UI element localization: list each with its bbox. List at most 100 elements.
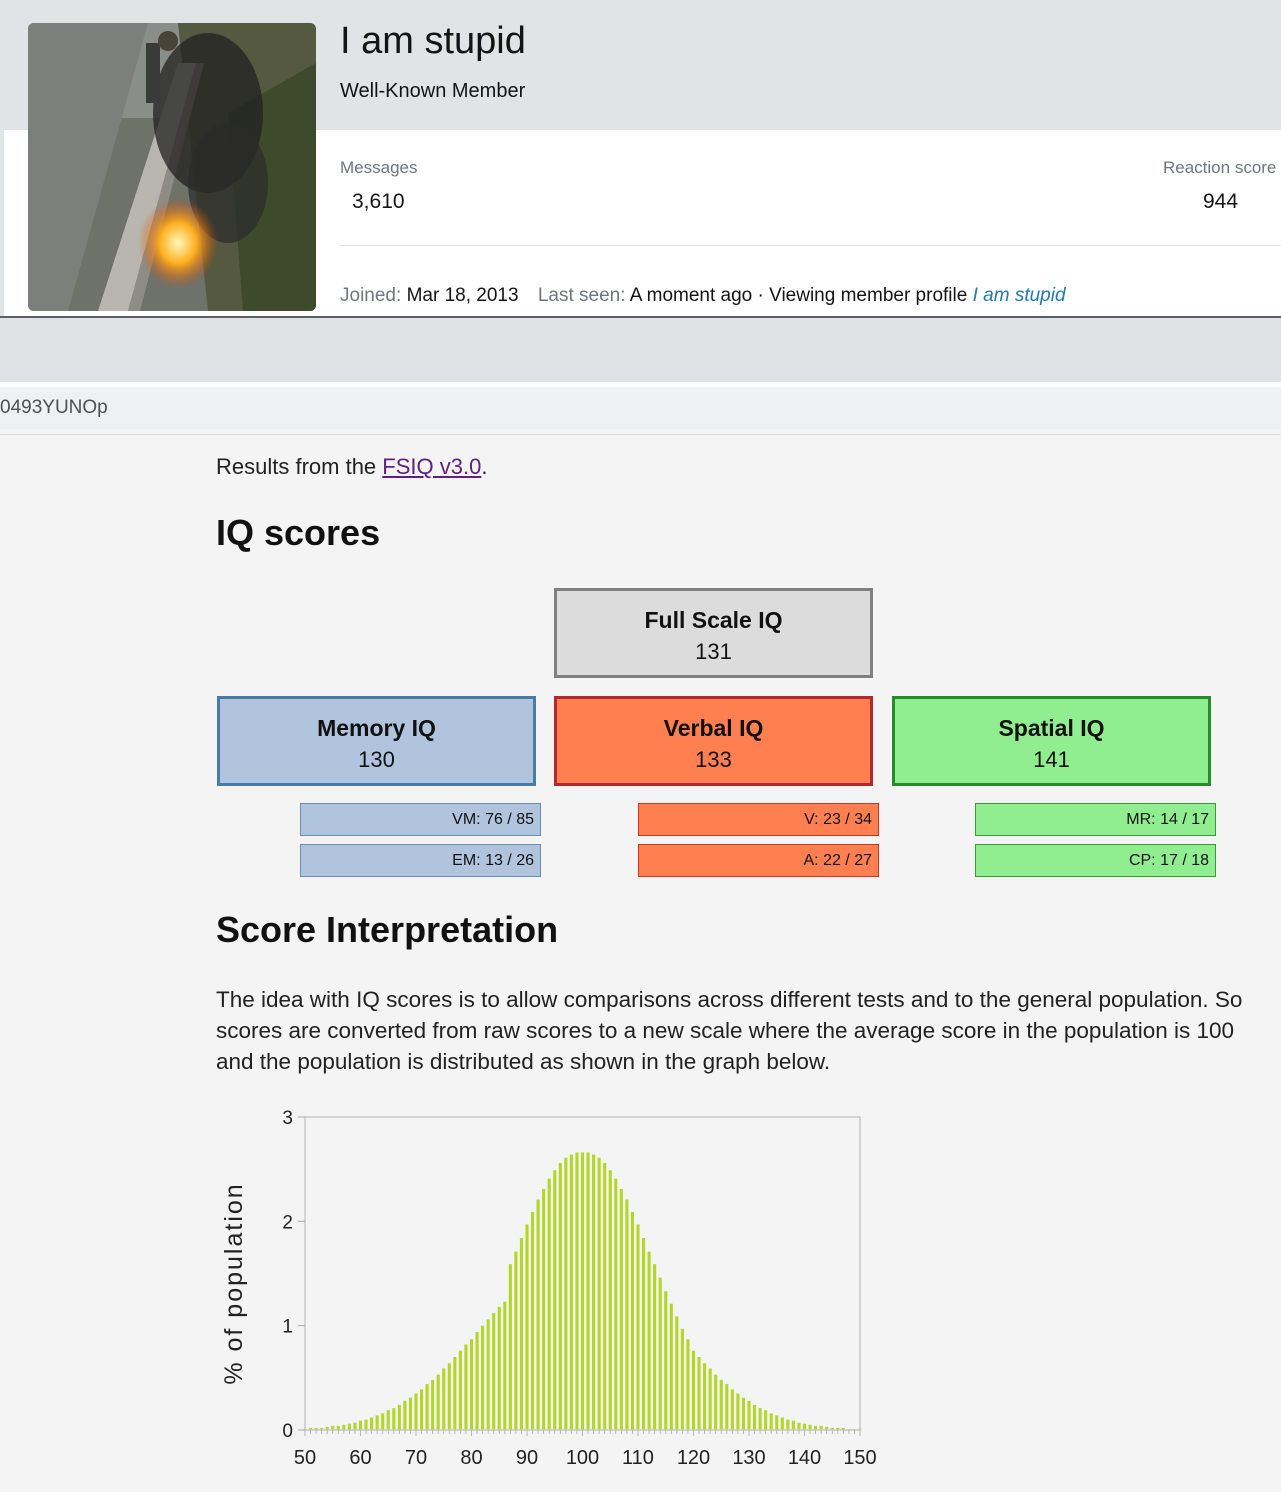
score-interpretation-heading: Score Interpretation xyxy=(216,909,559,950)
chart-bar xyxy=(353,1422,357,1430)
chart-bar xyxy=(447,1363,451,1430)
results-suffix: . xyxy=(481,454,488,479)
chart-bar xyxy=(464,1344,468,1430)
chart-bar xyxy=(453,1356,457,1430)
chart-bar xyxy=(614,1178,618,1430)
stats-divider xyxy=(340,245,1281,246)
y-tick-label: 3 xyxy=(282,1108,293,1129)
chart-bar xyxy=(669,1303,673,1430)
code-bar xyxy=(0,387,1281,429)
chart-bar xyxy=(752,1404,757,1430)
x-tick-label: 60 xyxy=(349,1447,371,1469)
chart-bar xyxy=(641,1238,646,1430)
chart-bar xyxy=(530,1211,535,1430)
chart-bar xyxy=(786,1419,790,1430)
x-tick-label: 120 xyxy=(677,1447,710,1469)
chart-bar xyxy=(741,1397,746,1430)
chart-bar xyxy=(469,1339,474,1430)
member-profile-header: I am stupid Well-Known Member Messages 3… xyxy=(0,0,1281,318)
spatial-iq-box: Spatial IQ 141 xyxy=(892,696,1211,786)
code-text: 0493YUNOp xyxy=(0,397,108,418)
subscore-a: A: 22 / 27 xyxy=(638,844,879,877)
full-scale-iq-box: Full Scale IQ 131 xyxy=(554,588,873,678)
chart-bar xyxy=(619,1188,623,1430)
subscore-mr: MR: 14 / 17 xyxy=(975,803,1216,836)
joined-date: Mar 18, 2013 xyxy=(406,285,519,306)
chart-bar xyxy=(686,1339,690,1430)
chart-bar xyxy=(791,1420,795,1430)
last-seen-label: Last seen: xyxy=(537,285,626,306)
full-scale-iq-label: Full Scale IQ xyxy=(644,607,783,633)
x-tick-label: 130 xyxy=(732,1447,765,1469)
chart-bar xyxy=(403,1400,407,1430)
chart-bar xyxy=(797,1422,801,1430)
chart-bar xyxy=(719,1379,723,1430)
iq-distribution-chart: 0 1 2 3 50 60 70 80 90 100 110 120 130 140 150 % of p… xyxy=(210,1095,890,1485)
messages-count[interactable]: 3,610 xyxy=(352,190,405,214)
chart-bar xyxy=(519,1238,524,1430)
chart-bar xyxy=(725,1384,729,1430)
avatar[interactable] xyxy=(28,23,316,311)
code-bar-divider xyxy=(0,434,1281,435)
chart-bar xyxy=(658,1277,662,1430)
results-intro: Results from the FSIQ v3.0. xyxy=(216,454,487,480)
verbal-iq-value: 133 xyxy=(695,747,732,772)
x-tick-label: 80 xyxy=(460,1447,482,1469)
chart-bar xyxy=(419,1389,424,1430)
chart-bar xyxy=(592,1154,596,1430)
chart-bar xyxy=(608,1170,612,1430)
x-tick-label: 100 xyxy=(566,1447,599,1469)
chart-bar xyxy=(497,1306,501,1430)
chart-bar xyxy=(758,1408,762,1430)
chart-bar xyxy=(675,1316,679,1430)
chart-bar xyxy=(664,1291,668,1430)
y-tick-label: 1 xyxy=(282,1317,293,1338)
joined-label: Joined: xyxy=(340,285,402,306)
x-tick-label: 90 xyxy=(516,1447,538,1469)
user-title: Well-Known Member xyxy=(340,80,526,102)
chart-bar xyxy=(481,1325,485,1430)
chart-bar xyxy=(458,1350,462,1430)
chart-bar xyxy=(364,1419,368,1430)
reaction-score-value[interactable]: 944 xyxy=(1203,190,1238,214)
chart-bar xyxy=(381,1413,385,1430)
chart-bar xyxy=(747,1400,751,1430)
chart-bar xyxy=(397,1404,401,1430)
full-scale-iq-value: 131 xyxy=(695,639,732,664)
x-axis-ticks: 50 60 70 80 90 100 110 120 130 140 150 xyxy=(294,1430,877,1469)
profile-username: I am stupid xyxy=(340,20,526,62)
verbal-iq-label: Verbal IQ xyxy=(663,715,764,741)
chart-bar xyxy=(780,1417,784,1430)
chart-bar xyxy=(708,1368,712,1430)
fsiq-link[interactable]: FSIQ v3.0 xyxy=(382,454,481,479)
chart-bar xyxy=(414,1393,418,1430)
memory-iq-label: Memory IQ xyxy=(317,715,436,741)
x-tick-label: 50 xyxy=(294,1447,316,1469)
chart-bar xyxy=(597,1157,601,1430)
y-axis-label: % of population xyxy=(220,1182,248,1384)
chart-bar xyxy=(564,1157,568,1430)
chart-bar xyxy=(703,1363,707,1430)
last-seen-value: A moment ago · Viewing member profile xyxy=(629,285,968,306)
chart-bar xyxy=(425,1384,429,1430)
chart-bar xyxy=(475,1331,479,1430)
chart-bar xyxy=(653,1264,657,1430)
chart-bar xyxy=(647,1251,651,1430)
chart-bars xyxy=(303,1152,862,1430)
chart-bar xyxy=(680,1328,684,1430)
x-tick-label: 150 xyxy=(843,1447,876,1469)
chart-bar xyxy=(386,1410,390,1430)
subscore-cp: CP: 17 / 18 xyxy=(975,844,1216,877)
subscore-em: EM: 13 / 26 xyxy=(300,844,541,877)
chart-bar xyxy=(514,1251,518,1430)
reaction-score-label: Reaction score xyxy=(1163,158,1277,177)
chart-bar xyxy=(508,1264,512,1430)
chart-bar xyxy=(630,1211,635,1430)
chart-bar xyxy=(736,1393,740,1430)
messages-label: Messages xyxy=(340,158,418,177)
member-meta: Joined: Mar 18, 2013 Last seen: A moment… xyxy=(340,285,1066,307)
interpretation-paragraph: The idea with IQ scores is to allow comp… xyxy=(216,987,1243,1074)
y-axis-ticks: 0 1 2 3 xyxy=(282,1108,305,1442)
chart-bar xyxy=(547,1178,551,1430)
viewing-profile-link[interactable]: I am stupid xyxy=(973,285,1066,306)
